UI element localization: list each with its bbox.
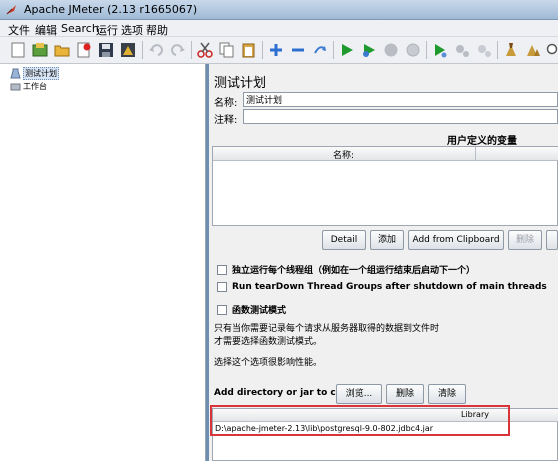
- menu-help[interactable]: 帮助: [146, 22, 168, 38]
- tree-node-label: 测试计划: [23, 67, 59, 80]
- remote-start-icon[interactable]: [430, 40, 450, 60]
- test-plan-tree[interactable]: 测试计划 工作台: [0, 64, 206, 461]
- start-icon[interactable]: [337, 40, 357, 60]
- classpath-clear-button[interactable]: 清除: [428, 384, 466, 404]
- redo-icon[interactable]: [168, 40, 188, 60]
- delete-button[interactable]: 删除: [508, 230, 542, 250]
- functional-mode-option[interactable]: 函数测试模式: [217, 303, 286, 316]
- toolbar-separator: [142, 41, 143, 59]
- collapse-icon[interactable]: [288, 40, 308, 60]
- browse-button[interactable]: 浏览...: [336, 384, 382, 404]
- remote-shutdown-icon[interactable]: [474, 40, 494, 60]
- menu-file[interactable]: 文件: [8, 22, 30, 38]
- clear-icon[interactable]: [501, 40, 521, 60]
- menu-search[interactable]: Search: [61, 22, 99, 35]
- tree-node-label: 工作台: [23, 82, 47, 91]
- classpath-delete-button[interactable]: 删除: [386, 384, 424, 404]
- name-field[interactable]: [243, 92, 558, 107]
- paste-icon[interactable]: [239, 40, 259, 60]
- shutdown-icon[interactable]: [403, 40, 423, 60]
- performance-note: 选择这个选项很影响性能。: [214, 358, 323, 368]
- templates-icon[interactable]: [30, 40, 50, 60]
- start-no-pause-icon[interactable]: [359, 40, 379, 60]
- serialize-label: 独立运行每个线程组（例如在一个组运行结束后启动下一个）: [232, 266, 476, 276]
- functional-note-1: 只有当你需要记录每个请求从服务器取得的数据到文件时: [214, 324, 440, 334]
- page-title: 测试计划: [214, 76, 267, 91]
- workbench-icon: [10, 83, 21, 91]
- test-plan-panel: 测试计划 名称: 注释: 用户定义的变量 名称: Detail 添加 Add f…: [209, 64, 558, 461]
- tree-node-test-plan[interactable]: 测试计划: [10, 67, 59, 80]
- toolbar: [0, 37, 558, 64]
- toolbar-separator: [191, 41, 192, 59]
- test-plan-icon: [10, 68, 21, 79]
- menu-options[interactable]: 选项: [121, 22, 143, 38]
- window-title: Apache JMeter (2.13 r1665067): [24, 3, 198, 16]
- comment-field[interactable]: [243, 109, 558, 124]
- name-label: 名称:: [214, 98, 238, 109]
- column-divider: [475, 147, 476, 161]
- comment-label: 注释:: [214, 115, 238, 126]
- serialize-checkbox[interactable]: [217, 264, 227, 275]
- menu-edit[interactable]: 编辑: [35, 22, 57, 38]
- save-icon[interactable]: [96, 40, 116, 60]
- table-header: 名称:: [213, 147, 558, 161]
- new-icon[interactable]: [8, 40, 28, 60]
- title-bar: Apache JMeter (2.13 r1665067): [0, 0, 558, 20]
- add-from-clipboard-button[interactable]: Add from Clipboard: [408, 230, 504, 250]
- toolbar-separator: [426, 41, 427, 59]
- open-icon[interactable]: [52, 40, 72, 60]
- cut-icon[interactable]: [195, 40, 215, 60]
- detail-button[interactable]: Detail: [322, 230, 366, 250]
- toolbar-separator: [333, 41, 334, 59]
- col-name[interactable]: 名称:: [333, 148, 354, 161]
- stop-icon[interactable]: [381, 40, 401, 60]
- jmeter-feather-icon: [6, 5, 16, 15]
- user-variables-table[interactable]: 名称:: [212, 146, 558, 226]
- toolbar-separator: [262, 41, 263, 59]
- add-button[interactable]: 添加: [370, 230, 404, 250]
- tree-node-workbench[interactable]: 工作台: [10, 80, 47, 93]
- save-screenshot-icon[interactable]: [118, 40, 138, 60]
- teardown-checkbox[interactable]: [217, 282, 227, 292]
- serialize-thread-groups-option[interactable]: 独立运行每个线程组（例如在一个组运行结束后启动下一个）: [217, 263, 475, 276]
- copy-icon[interactable]: [217, 40, 237, 60]
- more-button[interactable]: [546, 230, 558, 250]
- menu-run[interactable]: 运行: [96, 22, 118, 38]
- functional-mode-label: 函数测试模式: [232, 306, 287, 316]
- undo-icon[interactable]: [146, 40, 166, 60]
- highlight-box: [210, 405, 510, 436]
- search-icon[interactable]: [545, 40, 558, 60]
- menu-bar: 文件 编辑 Search 运行 选项 帮助: [0, 20, 558, 37]
- functional-mode-checkbox[interactable]: [217, 304, 227, 315]
- close-icon[interactable]: [74, 40, 94, 60]
- teardown-option[interactable]: Run tearDown Thread Groups after shutdow…: [217, 282, 547, 292]
- functional-note-2: 才需要选择函数测试模式。: [214, 337, 323, 347]
- expand-icon[interactable]: [266, 40, 286, 60]
- teardown-label: Run tearDown Thread Groups after shutdow…: [232, 282, 547, 292]
- remote-stop-icon[interactable]: [452, 40, 472, 60]
- user-variables-title: 用户定义的变量: [447, 136, 517, 147]
- toolbar-separator: [497, 41, 498, 59]
- clear-all-icon[interactable]: [523, 40, 543, 60]
- toggle-icon[interactable]: [310, 40, 330, 60]
